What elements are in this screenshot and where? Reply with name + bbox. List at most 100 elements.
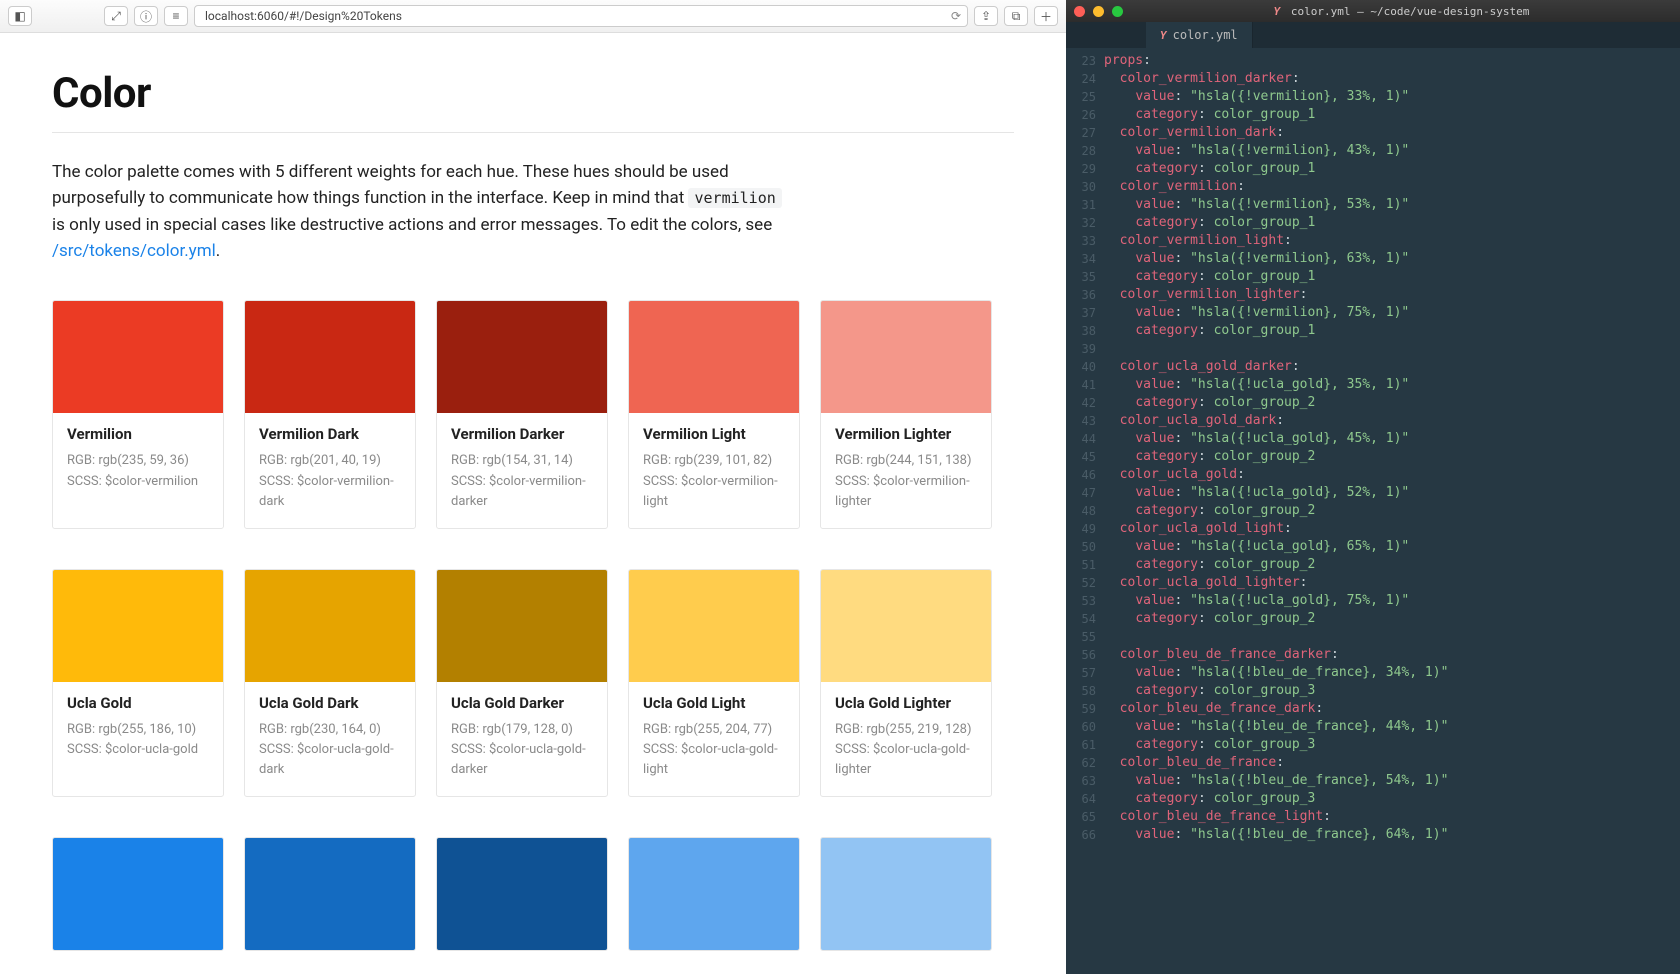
editor-window: Y color.yml — ~/code/vue-design-system Y…: [1066, 0, 1680, 974]
reader-button[interactable]: ≡: [164, 6, 188, 26]
code-line[interactable]: color_vermilion:: [1104, 178, 1680, 196]
code-line[interactable]: color_bleu_de_france:: [1104, 754, 1680, 772]
code-line[interactable]: color_vermilion_light:: [1104, 232, 1680, 250]
code-line[interactable]: color_ucla_gold_lighter:: [1104, 574, 1680, 592]
swatch-meta: VermilionRGB: rgb(235, 59, 36)SCSS: $col…: [53, 413, 223, 507]
swatch-card[interactable]: Ucla Gold DarkerRGB: rgb(179, 128, 0)SCS…: [436, 569, 608, 797]
code-line[interactable]: color_bleu_de_france_darker:: [1104, 646, 1680, 664]
code-line[interactable]: color_vermilion_dark:: [1104, 124, 1680, 142]
code-line[interactable]: value: "hsla({!bleu_de_france}, 34%, 1)": [1104, 664, 1680, 682]
code-line[interactable]: category: color_group_2: [1104, 610, 1680, 628]
swatch-scss: SCSS: $color-vermilion-lighter: [835, 472, 977, 512]
editor-code-area[interactable]: 2324252627282930313233343536373839404142…: [1066, 48, 1680, 974]
code-line[interactable]: [1104, 628, 1680, 646]
tabs-button[interactable]: ⧉: [1004, 6, 1028, 26]
code-line[interactable]: category: color_group_3: [1104, 682, 1680, 700]
code-line[interactable]: category: color_group_3: [1104, 790, 1680, 808]
code-line[interactable]: color_ucla_gold:: [1104, 466, 1680, 484]
code-line[interactable]: category: color_group_1: [1104, 268, 1680, 286]
editor-tab[interactable]: Y color.yml: [1146, 22, 1253, 48]
code-line[interactable]: props:: [1104, 52, 1680, 70]
swatch-scss: SCSS: $color-vermilion-dark: [259, 472, 401, 512]
close-button[interactable]: [1074, 6, 1085, 17]
code-line[interactable]: category: color_group_1: [1104, 160, 1680, 178]
swatch-card[interactable]: [244, 837, 416, 951]
swatch-scss: SCSS: $color-ucla-gold-darker: [451, 740, 593, 780]
code-line[interactable]: [1104, 340, 1680, 358]
code-line[interactable]: category: color_group_1: [1104, 322, 1680, 340]
swatch-card[interactable]: Ucla Gold DarkRGB: rgb(230, 164, 0)SCSS:…: [244, 569, 416, 797]
swatch-card[interactable]: Ucla Gold LighterRGB: rgb(255, 219, 128)…: [820, 569, 992, 797]
address-bar[interactable]: localhost:6060/#!/Design%20Tokens ⟳: [194, 5, 968, 27]
swatch-card[interactable]: Vermilion DarkRGB: rgb(201, 40, 19)SCSS:…: [244, 300, 416, 528]
code-line[interactable]: value: "hsla({!vermilion}, 43%, 1)": [1104, 142, 1680, 160]
code-line[interactable]: value: "hsla({!vermilion}, 33%, 1)": [1104, 88, 1680, 106]
code-line[interactable]: color_vermilion_darker:: [1104, 70, 1680, 88]
swatch-meta: Ucla Gold LightRGB: rgb(255, 204, 77)SCS…: [629, 682, 799, 796]
swatch-card[interactable]: [52, 837, 224, 951]
swatch-rgb: RGB: rgb(255, 204, 77): [643, 720, 785, 740]
swatch-card[interactable]: Vermilion Lighter RGB: rgb(244, 151, 138)…: [820, 300, 992, 528]
code-line[interactable]: value: "hsla({!ucla_gold}, 45%, 1)": [1104, 430, 1680, 448]
code-line[interactable]: value: "hsla({!ucla_gold}, 65%, 1)": [1104, 538, 1680, 556]
tokens-path-link[interactable]: /src/tokens/color.yml: [52, 241, 216, 261]
swatch-name: Vermilion Dark: [259, 425, 401, 443]
code-line[interactable]: category: color_group_3: [1104, 736, 1680, 754]
swatch-color: [821, 838, 991, 950]
browser-content[interactable]: Color The color palette comes with 5 dif…: [0, 33, 1066, 974]
swatch-groups: VermilionRGB: rgb(235, 59, 36)SCSS: $col…: [52, 300, 1014, 951]
swatch-card[interactable]: [628, 837, 800, 951]
info-button[interactable]: ⓘ: [134, 6, 158, 26]
code-line[interactable]: category: color_group_2: [1104, 502, 1680, 520]
minimize-button[interactable]: [1093, 6, 1104, 17]
desc-text: The color palette comes with 5 different…: [52, 162, 729, 208]
swatch-scss: SCSS: $color-vermilion-darker: [451, 472, 593, 512]
code-line[interactable]: color_ucla_gold_light:: [1104, 520, 1680, 538]
code-line[interactable]: value: "hsla({!ucla_gold}, 52%, 1)": [1104, 484, 1680, 502]
refresh-icon[interactable]: ⟳: [951, 9, 961, 23]
swatch-name: Ucla Gold: [67, 694, 209, 712]
swatch-name: Vermilion Darker: [451, 425, 593, 443]
code-body[interactable]: props: color_vermilion_darker: value: "h…: [1104, 48, 1680, 974]
swatch-meta: Ucla Gold DarkerRGB: rgb(179, 128, 0)SCS…: [437, 682, 607, 796]
swatch-card[interactable]: [820, 837, 992, 951]
resize-button[interactable]: ⤢: [104, 6, 128, 26]
code-line[interactable]: value: "hsla({!vermilion}, 53%, 1)": [1104, 196, 1680, 214]
swatch-card[interactable]: Vermilion DarkerRGB: rgb(154, 31, 14)SCS…: [436, 300, 608, 528]
share-button[interactable]: ⇪: [974, 6, 998, 26]
code-line[interactable]: category: color_group_2: [1104, 556, 1680, 574]
sidebar-toggle-button[interactable]: ◧: [8, 6, 32, 26]
new-tab-button[interactable]: ＋: [1034, 6, 1058, 26]
code-line[interactable]: value: "hsla({!ucla_gold}, 35%, 1)": [1104, 376, 1680, 394]
swatch-scss: SCSS: $color-ucla-gold: [67, 740, 209, 760]
code-line[interactable]: value: "hsla({!ucla_gold}, 75%, 1)": [1104, 592, 1680, 610]
swatch-meta: Vermilion Lighter RGB: rgb(244, 151, 138)…: [821, 413, 991, 527]
code-line[interactable]: value: "hsla({!vermilion}, 75%, 1)": [1104, 304, 1680, 322]
swatch-card[interactable]: [436, 837, 608, 951]
swatch-card[interactable]: Ucla Gold LightRGB: rgb(255, 204, 77)SCS…: [628, 569, 800, 797]
swatch-card[interactable]: Vermilion LightRGB: rgb(239, 101, 82)SCS…: [628, 300, 800, 528]
swatch-rgb: RGB: rgb(244, 151, 138): [835, 451, 977, 471]
swatch-scss: SCSS: $color-vermilion-light: [643, 472, 785, 512]
code-line[interactable]: category: color_group_2: [1104, 448, 1680, 466]
code-line[interactable]: color_vermilion_lighter:: [1104, 286, 1680, 304]
code-line[interactable]: color_ucla_gold_dark:: [1104, 412, 1680, 430]
code-line[interactable]: value: "hsla({!bleu_de_france}, 64%, 1)": [1104, 826, 1680, 844]
swatch-name: Ucla Gold Dark: [259, 694, 401, 712]
swatch-card[interactable]: VermilionRGB: rgb(235, 59, 36)SCSS: $col…: [52, 300, 224, 528]
zoom-button[interactable]: [1112, 6, 1123, 17]
swatch-row: Ucla GoldRGB: rgb(255, 186, 10)SCSS: $co…: [52, 569, 1014, 797]
code-line[interactable]: category: color_group_2: [1104, 394, 1680, 412]
swatch-name: Vermilion Lighter: [835, 425, 977, 443]
code-line[interactable]: color_bleu_de_france_dark:: [1104, 700, 1680, 718]
code-line[interactable]: category: color_group_1: [1104, 106, 1680, 124]
swatch-card[interactable]: Ucla GoldRGB: rgb(255, 186, 10)SCSS: $co…: [52, 569, 224, 797]
code-line[interactable]: value: "hsla({!vermilion}, 63%, 1)": [1104, 250, 1680, 268]
code-line[interactable]: color_bleu_de_france_light:: [1104, 808, 1680, 826]
code-line[interactable]: value: "hsla({!bleu_de_france}, 54%, 1)": [1104, 772, 1680, 790]
code-line[interactable]: value: "hsla({!bleu_de_france}, 44%, 1)": [1104, 718, 1680, 736]
code-line[interactable]: color_ucla_gold_darker:: [1104, 358, 1680, 376]
divider: [52, 132, 1014, 133]
code-line[interactable]: category: color_group_1: [1104, 214, 1680, 232]
swatch-name: Ucla Gold Light: [643, 694, 785, 712]
